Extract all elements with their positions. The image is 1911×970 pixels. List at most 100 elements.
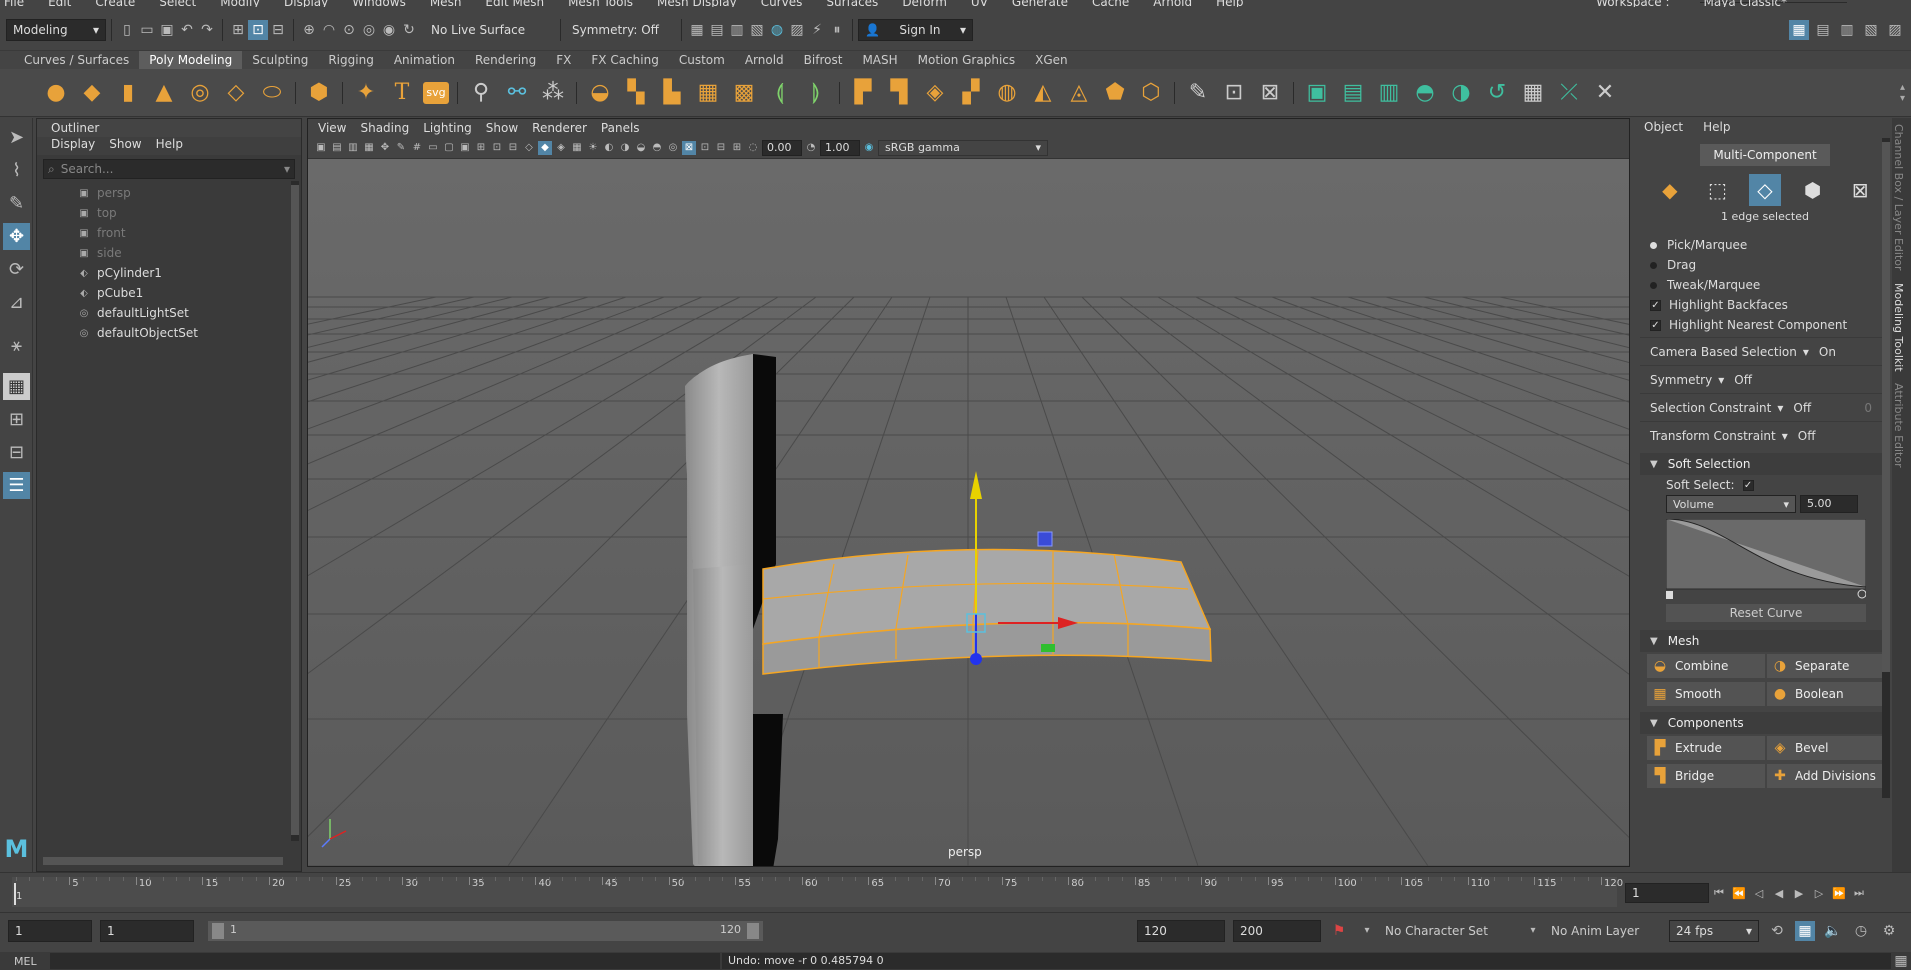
shelf-tab-bifrost[interactable]: Bifrost — [794, 51, 853, 69]
outliner-item-pcube1[interactable]: ⬖ pCube1 — [77, 283, 301, 303]
time-ruler[interactable]: 1 5 10 15 20 25 30 35 40 45 50 55 60 65 70 75 80 85 90 95 1… — [12, 877, 1623, 907]
outliner-menu-help[interactable]: Help — [156, 137, 183, 155]
anim-layer-select[interactable]: No Anim Layer — [1551, 924, 1661, 938]
select-hierarchy-icon[interactable]: ⊞ — [228, 20, 248, 40]
command-input[interactable] — [50, 953, 720, 969]
snap-curve-icon[interactable]: ◠ — [319, 20, 339, 40]
symmetry-select[interactable]: Symmetry: Off — [566, 18, 676, 41]
outliner-item-side[interactable]: ▣ side — [77, 243, 301, 263]
vertex-mode-icon[interactable]: ⬚ — [1701, 174, 1733, 206]
select-component-icon[interactable]: ⊟ — [268, 20, 288, 40]
ambient-occlusion-icon[interactable]: ◑ — [618, 141, 632, 155]
snap-grid-icon[interactable]: ⊕ — [299, 20, 319, 40]
extract-icon[interactable]: ▙ — [657, 78, 687, 108]
menu-display[interactable]: Display — [284, 0, 328, 7]
playback-end-field[interactable]: 120 — [1137, 919, 1225, 942]
range-handle-start[interactable] — [212, 922, 224, 939]
outliner-item-pcylinder1[interactable]: ⬖ pCylinder1 — [77, 263, 301, 283]
menu-surfaces[interactable]: Surfaces — [826, 0, 878, 7]
reduce-icon[interactable]: ▩ — [729, 78, 759, 108]
reset-curve-button[interactable]: Reset Curve — [1666, 604, 1866, 622]
start-time-field[interactable]: 1 — [8, 919, 92, 942]
single-view-icon[interactable]: ▦ — [3, 373, 30, 400]
outliner-menu-show[interactable]: Show — [109, 137, 141, 155]
radio-icon[interactable] — [1650, 241, 1657, 249]
multi-cut-icon[interactable]: ✎ — [1183, 78, 1213, 108]
shelf-tab-custom[interactable]: Custom — [669, 51, 735, 69]
edge-loop-icon[interactable]: ⊡ — [1219, 78, 1249, 108]
backface-icon[interactable]: ⊞ — [730, 141, 744, 155]
menu-file[interactable]: File — [4, 0, 24, 7]
render-settings-icon[interactable]: ▧ — [747, 20, 767, 40]
film-gate-icon[interactable]: ▭ — [426, 141, 440, 155]
grease-pencil-icon[interactable]: ✎ — [394, 141, 408, 155]
menu-arnold[interactable]: Arnold — [1153, 0, 1192, 7]
menu-windows[interactable]: Windows — [352, 0, 406, 7]
cube-icon[interactable]: ◆ — [77, 78, 107, 108]
anti-alias-icon[interactable]: ◓ — [650, 141, 664, 155]
pick-mode-tweak-marquee[interactable]: Tweak/Marquee — [1640, 275, 1890, 295]
separate-icon[interactable]: ▚ — [621, 78, 651, 108]
pick-mode-pick-marquee[interactable]: Pick/Marquee — [1640, 235, 1890, 255]
falloff-radius-field[interactable]: 5.00 — [1800, 495, 1858, 513]
time-settings-icon[interactable]: ◷ — [1851, 921, 1871, 941]
grid-toggle-icon[interactable]: # — [410, 141, 424, 155]
go-to-start-icon[interactable]: ⏮ — [1709, 883, 1729, 903]
step-back-icon[interactable]: ◁ — [1749, 883, 1769, 903]
uv-cut-icon[interactable]: ⤫ — [1554, 78, 1584, 108]
outliner-hscrollbar[interactable] — [43, 857, 283, 865]
sphere-icon[interactable]: ● — [41, 78, 71, 108]
snap-together-icon[interactable]: ⁂ — [538, 78, 568, 108]
outliner-item-defaultobjectset[interactable]: ◎ defaultObjectSet — [77, 323, 301, 343]
toolkit-scrollbar[interactable] — [1882, 138, 1890, 798]
open-scene-icon[interactable]: ▭ — [137, 20, 157, 40]
play-forward-icon[interactable]: ▶ — [1789, 883, 1809, 903]
disc-icon[interactable]: ⬭ — [257, 78, 287, 108]
poke-icon[interactable]: ◭ — [1028, 78, 1058, 108]
shelf-tab-sculpting[interactable]: Sculpting — [242, 51, 318, 69]
viewport-scene[interactable] — [308, 159, 1629, 866]
play-back-icon[interactable]: ◀ — [1769, 883, 1789, 903]
append-icon[interactable]: ▞ — [956, 78, 986, 108]
redo-icon[interactable]: ↷ — [197, 20, 217, 40]
panel-toggle-icon[interactable]: ▤ — [1813, 20, 1833, 40]
shelf-tab-xgen[interactable]: XGen — [1025, 51, 1078, 69]
soft-selection-header[interactable]: ▼ Soft Selection — [1640, 453, 1890, 475]
svg-icon[interactable]: svg — [423, 81, 449, 104]
panel-toggle-icon[interactable]: ▥ — [1837, 20, 1857, 40]
mesh-header[interactable]: ▼ Mesh — [1640, 630, 1890, 652]
shelf-tab-arnold[interactable]: Arnold — [735, 51, 794, 69]
paint-select-tool-icon[interactable]: ✎ — [3, 190, 30, 217]
resolution-gate-icon[interactable]: ▢ — [442, 141, 456, 155]
torus-icon[interactable]: ◎ — [185, 78, 215, 108]
face-mode-icon[interactable]: ⬢ — [1797, 174, 1829, 206]
shelf-tab-fx[interactable]: FX — [546, 51, 581, 69]
xray-joints-icon[interactable]: ⊡ — [698, 141, 712, 155]
uv-spherical-icon[interactable]: ◓ — [1410, 78, 1440, 108]
boolean-button[interactable]: ● Boolean — [1767, 682, 1885, 706]
camera-select-icon[interactable]: ▣ — [314, 141, 328, 155]
shadows-icon[interactable]: ◐ — [602, 141, 616, 155]
outliner-search[interactable]: ⌕ Search... ▾ — [43, 159, 295, 179]
pcube-mesh[interactable] — [762, 548, 1212, 675]
shelf-tab-motion-graphics[interactable]: Motion Graphics — [908, 51, 1026, 69]
outliner-item-defaultlightset[interactable]: ◎ defaultLightSet — [77, 303, 301, 323]
option-transform-constraint[interactable]: Transform Constraint ▾ Off — [1640, 421, 1890, 449]
scrollbar-thumb[interactable] — [291, 185, 299, 835]
uv-mode-icon[interactable]: ⊠ — [1844, 174, 1876, 206]
checkbox[interactable]: ✓ — [1650, 299, 1661, 311]
components-header[interactable]: ▼ Components — [1640, 712, 1890, 734]
wireframe-icon[interactable]: ◇ — [522, 141, 536, 155]
uv-checker-icon[interactable]: ▦ — [1518, 78, 1548, 108]
select-tool-icon[interactable]: ➤ — [3, 124, 30, 151]
step-forward-icon[interactable]: ▷ — [1809, 883, 1829, 903]
anim-prefs-icon[interactable]: ⚙ — [1879, 921, 1899, 941]
combine-icon[interactable]: ◒ — [585, 78, 615, 108]
time-slider[interactable]: 1 5 10 15 20 25 30 35 40 45 50 55 60 65 70 75 80 85 90 95 1… — [0, 872, 1911, 912]
snap-refresh-icon[interactable]: ↻ — [399, 20, 419, 40]
arnold-ipr-icon[interactable]: ⚡ — [807, 20, 827, 40]
bridge-button[interactable]: ▜ Bridge — [1647, 764, 1765, 788]
menu-help[interactable]: Help — [1216, 0, 1243, 7]
uv-sew-icon[interactable]: ✕ — [1590, 78, 1620, 108]
playback-start-field[interactable]: 1 — [100, 919, 194, 942]
